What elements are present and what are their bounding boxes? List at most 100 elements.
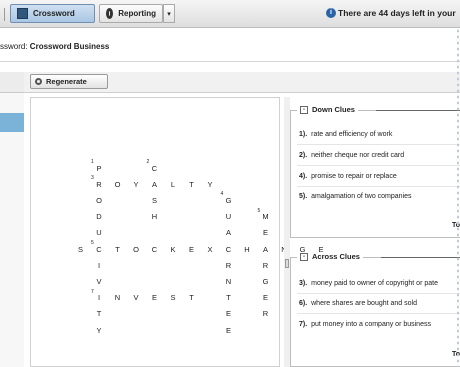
- grid-cell: 5C: [90, 240, 108, 257]
- grid-cell-letter: E: [225, 309, 231, 319]
- grid-cell: C: [220, 241, 238, 257]
- grid-cell: S: [164, 290, 182, 306]
- regenerate-label: Regenerate: [46, 77, 87, 86]
- grid-cell: T: [109, 241, 127, 257]
- clue-text: amalgamation of two companies: [311, 193, 412, 200]
- grid-cell: Y: [90, 322, 108, 338]
- grid-cell: E: [220, 322, 238, 338]
- grid-cell-letter: I: [97, 260, 101, 270]
- grid-cell-letter: T: [96, 309, 102, 319]
- chevron-down-icon: ▾: [167, 10, 171, 18]
- grid-cell-number: 7: [91, 288, 94, 295]
- grid-cell-letter: C: [96, 244, 102, 254]
- tab-crossword[interactable]: Crossword: [10, 4, 95, 23]
- grid-cell: N: [220, 273, 238, 289]
- crossword-title-label: ssword:: [0, 42, 28, 51]
- grid-cell: A: [220, 225, 238, 241]
- grid-cell-letter: E: [262, 228, 268, 238]
- grid-cell: N: [109, 290, 127, 306]
- splitter-grip-icon[interactable]: [285, 259, 289, 268]
- grid-cell-number: 3: [91, 175, 94, 182]
- grid-cell: H: [146, 209, 164, 225]
- down-clue-1: 1). rate and efficiency of work: [299, 131, 392, 138]
- grid-cell-letter: S: [151, 195, 157, 205]
- grid-cell-letter: N: [114, 293, 121, 303]
- across-clues-panel: - Across Clues 3). money paid to owner o…: [290, 252, 460, 367]
- clue-number: 1).: [299, 131, 308, 138]
- clue-text: rate and efficiency of work: [311, 131, 393, 138]
- grid-cell: O: [109, 176, 127, 192]
- crossword-grid-icon: [17, 8, 28, 19]
- down-heading-line: [376, 110, 460, 111]
- grid-cell-letter: U: [96, 228, 102, 238]
- clue-number: 3).: [299, 280, 308, 287]
- grid-cell: E: [183, 241, 201, 257]
- across-clue-3: 3). money paid to owner of copyright or …: [299, 280, 438, 287]
- grid-cell-number: 1: [91, 159, 94, 165]
- grid-cell: O: [90, 192, 108, 208]
- crossword-title: ssword: Crossword Business: [0, 42, 109, 51]
- tab-reporting-label: Reporting: [118, 9, 156, 18]
- left-nav-header: [0, 72, 24, 93]
- grid-cell-letter: H: [244, 244, 250, 254]
- grid-cell-letter: E: [262, 293, 268, 303]
- grid-cell-number: 5: [91, 240, 94, 246]
- tab-crossword-label: Crossword: [33, 9, 75, 18]
- grid-cell-letter: C: [151, 163, 158, 173]
- grid-cell-letter: I: [97, 293, 101, 303]
- grid-cell-letter: G: [262, 276, 269, 286]
- grid-cell-letter: R: [96, 179, 102, 189]
- grid-cell-letter: Y: [207, 179, 213, 189]
- grid-cell-letter: L: [170, 179, 176, 189]
- grid-cell: A: [257, 241, 275, 257]
- page-edge-pattern: [456, 28, 460, 367]
- down-clue-5: 5). amalgamation of two companies: [299, 193, 412, 200]
- clue-separator: [297, 313, 460, 314]
- grid-cell-letter: H: [151, 212, 158, 222]
- grid-cell-letter: U: [225, 212, 232, 222]
- grid-cell: 1P: [90, 159, 108, 176]
- trial-notice: i There are 44 days left in your: [326, 8, 456, 18]
- refresh-icon: [35, 78, 42, 85]
- grid-cell: E: [257, 225, 275, 241]
- collapse-icon[interactable]: -: [300, 252, 308, 261]
- tab-dropdown-button[interactable]: ▾: [163, 4, 175, 23]
- across-clue-6: 6). where shares are bought and sold: [299, 300, 417, 307]
- collapse-icon[interactable]: -: [300, 105, 308, 114]
- tab-reporting[interactable]: Reporting: [99, 4, 163, 23]
- regenerate-button[interactable]: Regenerate: [30, 74, 108, 89]
- across-clues-heading[interactable]: - Across Clues: [297, 252, 363, 261]
- down-clues-heading[interactable]: - Down Clues: [297, 105, 358, 114]
- grid-cell: Y: [201, 176, 219, 192]
- grid-cell: T: [183, 176, 201, 192]
- grid-cell-letter: P: [96, 163, 102, 173]
- grid-cell: D: [90, 209, 108, 225]
- grid-cell: T: [183, 290, 201, 306]
- grid-cell-letter: C: [151, 244, 158, 254]
- grid-cell: H: [238, 241, 256, 257]
- grid-cell: R: [220, 257, 238, 273]
- grid-cell: X: [201, 241, 219, 257]
- grid-cell: R: [257, 306, 275, 322]
- down-clues-panel: - Down Clues 1). rate and efficiency of …: [290, 105, 460, 238]
- grid-cell: Y: [127, 176, 145, 192]
- clue-text: promise to repair or replace: [311, 173, 397, 180]
- grid-cell: U: [220, 209, 238, 225]
- left-nav-selected-item[interactable]: [0, 113, 24, 132]
- grid-cell-letter: N: [225, 276, 232, 286]
- down-clue-4: 4). promise to repair or replace: [299, 173, 397, 180]
- clue-number: 2).: [299, 152, 308, 159]
- grid-cell: A: [146, 176, 164, 192]
- grid-cell-letter: T: [189, 179, 194, 189]
- grid-cell: V: [127, 290, 145, 306]
- grid-cell-letter: M: [262, 212, 269, 222]
- grid-cell: E: [220, 306, 238, 322]
- clue-text: neither cheque nor credit card: [311, 152, 405, 159]
- grid-cell: E: [257, 290, 275, 306]
- grid-cell-letter: X: [207, 244, 213, 254]
- grid-cell-letter: O: [133, 244, 139, 254]
- grid-cell-letter: T: [115, 244, 120, 254]
- grid-cell-letter: O: [114, 179, 121, 189]
- grid-cell-number: 4: [220, 191, 224, 198]
- grid-cell-letter: O: [96, 195, 102, 205]
